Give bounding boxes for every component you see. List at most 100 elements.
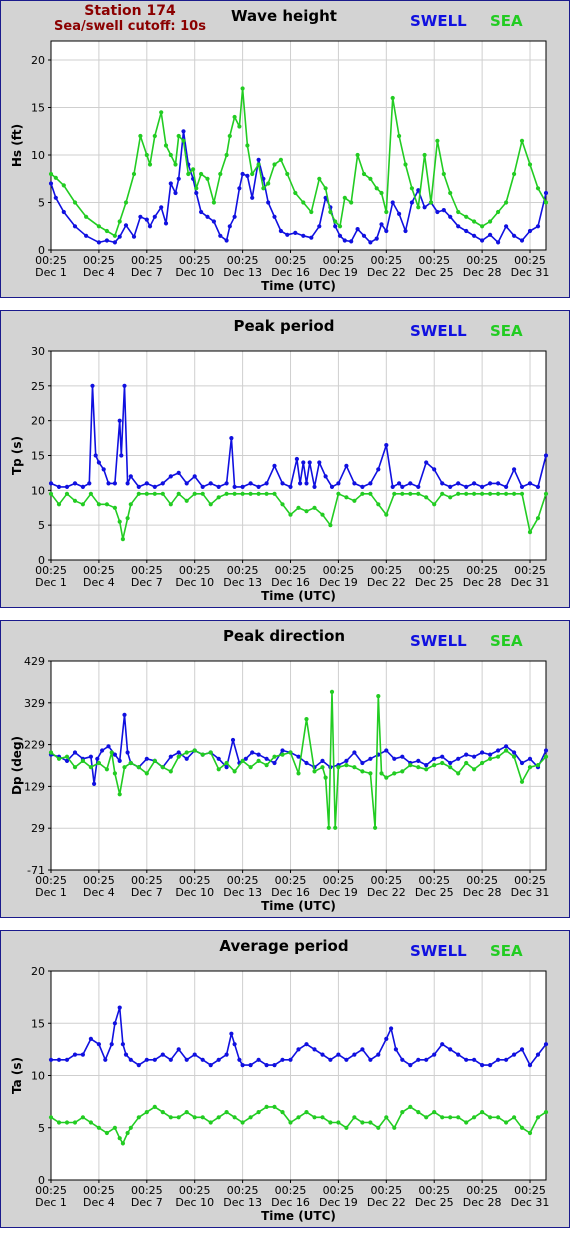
- sea-data-point: [424, 1115, 429, 1120]
- y-tick-label: 20: [31, 54, 45, 67]
- swell-data-point: [87, 481, 92, 486]
- swell-data-point: [152, 484, 157, 489]
- sea-data-point: [360, 491, 365, 496]
- sea-data-point: [288, 1120, 293, 1125]
- sea-data-point: [543, 491, 549, 496]
- sea-data-point: [543, 754, 549, 759]
- sea-data-point: [480, 760, 485, 766]
- sea-data-point: [128, 760, 133, 766]
- sea-data-point: [488, 756, 493, 761]
- swell-data-point: [144, 481, 149, 486]
- swell-data-point: [440, 481, 445, 486]
- sea-data-point: [349, 200, 354, 205]
- swell-data-point: [511, 750, 517, 755]
- sea-data-point: [428, 200, 434, 205]
- sea-data-point: [245, 143, 250, 148]
- sea-data-point: [416, 1110, 421, 1115]
- sea-data-point: [320, 1115, 325, 1120]
- swell-data-point: [48, 481, 54, 486]
- swell-data-point: [337, 233, 343, 238]
- x-tick-date-label: Dec 25: [415, 886, 454, 899]
- swell-data-point: [256, 752, 261, 757]
- sea-data-point: [435, 138, 440, 143]
- sea-data-point: [280, 502, 285, 507]
- x-tick-date-label: Dec 22: [367, 576, 406, 589]
- sea-data-point: [392, 491, 397, 496]
- sea-data-point: [224, 760, 229, 766]
- swell-data-point: [120, 1042, 125, 1047]
- sea-data-point: [104, 228, 109, 234]
- y-tick-label: 20: [31, 965, 45, 978]
- swell-data-point: [237, 1057, 242, 1062]
- sea-data-point: [184, 1110, 189, 1115]
- sea-data-point: [72, 498, 78, 503]
- sea-swell-cutoff: Sea/swell cutoff: 10s: [54, 19, 206, 34]
- sea-data-point: [88, 765, 93, 770]
- sea-data-point: [104, 767, 109, 772]
- sea-data-point: [48, 491, 54, 496]
- sea-data-point: [511, 491, 517, 496]
- swell-data-point: [323, 474, 328, 479]
- y-tick-label: 5: [38, 197, 45, 210]
- sea-data-point: [304, 717, 309, 722]
- sea-data-point: [456, 209, 461, 215]
- sea-data-point: [152, 491, 157, 496]
- swell-data-point: [317, 460, 322, 465]
- sea-data-point: [232, 769, 237, 774]
- swell-data-point: [408, 1063, 413, 1068]
- x-tick-date-label: Dec 1: [35, 266, 67, 279]
- sea-data-point: [336, 491, 341, 496]
- swell-data-point: [256, 1057, 261, 1062]
- sea-data-point: [216, 1115, 221, 1120]
- sea-data-point: [352, 498, 357, 503]
- x-tick-date-label: Dec 22: [367, 266, 406, 279]
- swell-data-point: [511, 1052, 517, 1057]
- x-tick-date-label: Dec 7: [131, 576, 163, 589]
- sea-data-point: [278, 157, 283, 162]
- chart-title: Peak direction: [223, 627, 345, 645]
- sea-data-point: [136, 1115, 141, 1120]
- sea-data-point: [424, 767, 429, 772]
- swell-data-point: [504, 224, 509, 229]
- sea-data-point: [168, 502, 173, 507]
- swell-data-point: [304, 481, 309, 486]
- swell-data-point: [152, 1057, 157, 1062]
- sea-data-point: [56, 1120, 62, 1125]
- swell-data-point: [280, 1057, 285, 1062]
- x-tick-date-label: Dec 16: [271, 886, 310, 899]
- sea-data-point: [88, 1120, 93, 1125]
- swell-data-point: [240, 484, 245, 489]
- swell-data-point: [384, 228, 389, 234]
- sea-data-point: [309, 209, 314, 215]
- swell-data-point: [352, 750, 357, 755]
- sea-data-point: [535, 763, 541, 768]
- sea-data-point: [519, 138, 525, 143]
- sea-data-point: [224, 152, 229, 158]
- sea-data-point: [112, 771, 117, 776]
- swell-data-point: [117, 758, 122, 763]
- swell-data-point: [304, 760, 309, 766]
- swell-data-point: [328, 1057, 333, 1062]
- swell-data-point: [56, 484, 62, 489]
- sea-data-point: [352, 765, 357, 770]
- swell-data-point: [424, 460, 429, 465]
- swell-data-point: [368, 756, 373, 761]
- swell-data-point: [61, 209, 66, 215]
- swell-data-point: [53, 195, 58, 200]
- swell-data-point: [464, 484, 469, 489]
- swell-data-point: [298, 481, 303, 486]
- swell-data-point: [488, 232, 493, 237]
- swell-data-point: [488, 1063, 493, 1068]
- swell-data-point: [400, 754, 405, 759]
- swell-data-point: [152, 214, 157, 219]
- sea-data-point: [72, 200, 78, 205]
- swell-data-point: [101, 467, 106, 472]
- swell-data-point: [128, 1057, 133, 1062]
- sea-data-point: [64, 754, 70, 759]
- swell-data-point: [543, 453, 549, 458]
- sea-data-point: [224, 491, 229, 496]
- swell-data-point: [535, 1052, 541, 1057]
- sea-data-point: [456, 771, 461, 776]
- swell-data-point: [480, 484, 485, 489]
- swell-data-point: [432, 1052, 437, 1057]
